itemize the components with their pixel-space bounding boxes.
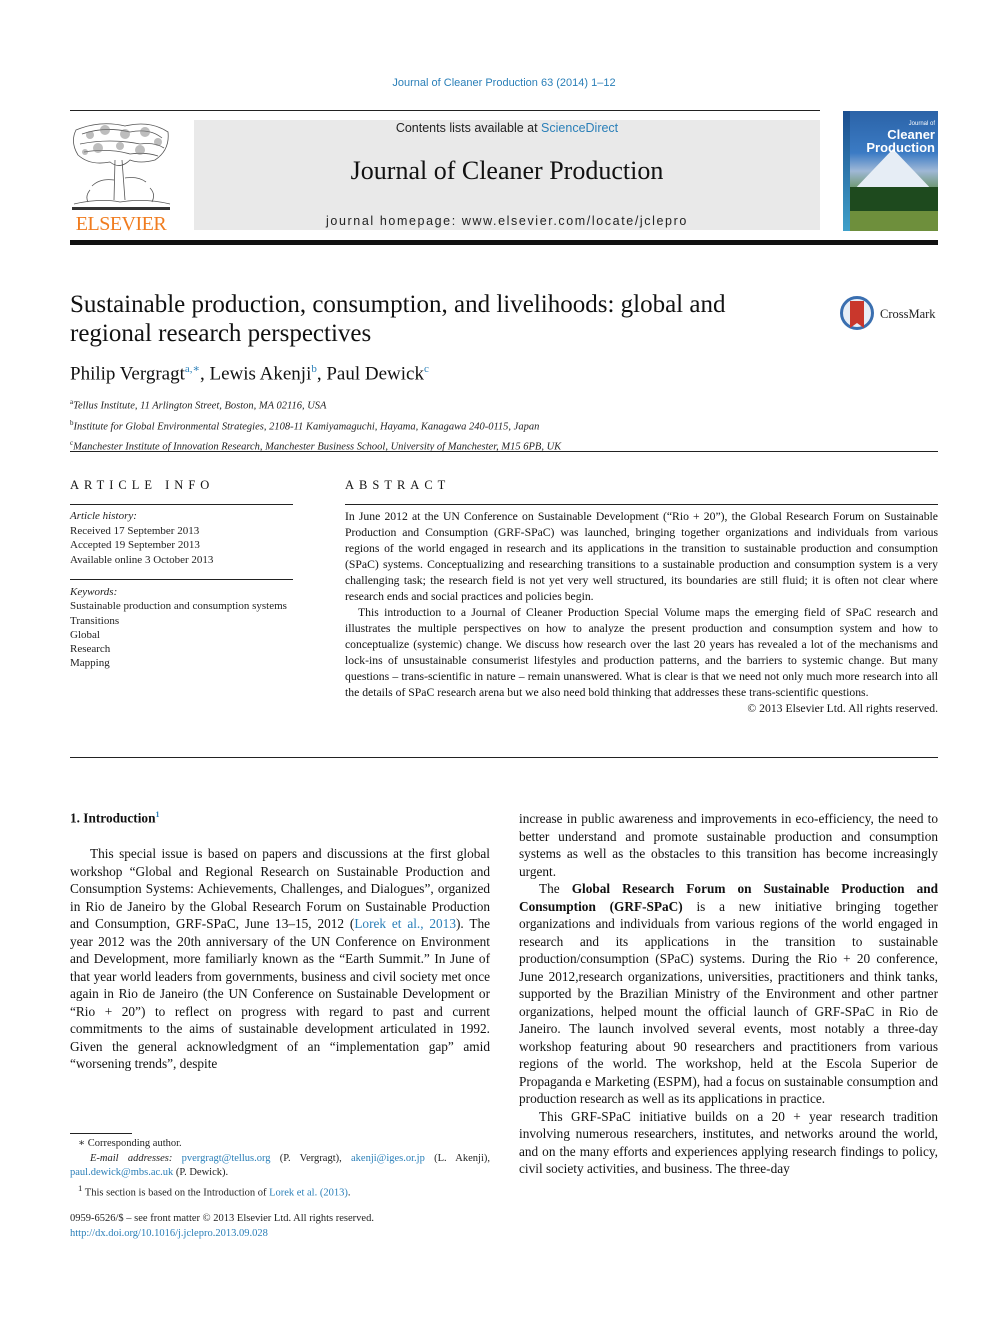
author-sep: , bbox=[316, 363, 327, 385]
keyword-item: Sustainable production and consumption s… bbox=[70, 600, 287, 613]
footnote-rule bbox=[70, 1133, 132, 1134]
abstract-copyright: © 2013 Elsevier Ltd. All rights reserved… bbox=[747, 702, 938, 715]
email-note: E-mail addresses: pvergragt@tellus.org (… bbox=[70, 1152, 490, 1181]
footnote-text: . bbox=[347, 1187, 351, 1198]
citation-link[interactable]: Lorek et al. (2013) bbox=[269, 1187, 348, 1198]
sciencedirect-link[interactable]: ScienceDirect bbox=[541, 121, 618, 135]
header-thick-rule bbox=[70, 240, 938, 245]
contents-line: Contents lists available at ScienceDirec… bbox=[194, 121, 820, 135]
journal-name: Journal of Cleaner Production bbox=[350, 156, 664, 185]
affiliation-item: cManchester Institute of Innovation Rese… bbox=[70, 435, 561, 456]
divider bbox=[70, 757, 938, 758]
cover-title-line2: Production bbox=[866, 140, 935, 155]
author-affil-sup[interactable]: a,∗ bbox=[185, 363, 200, 375]
crossmark-ribbon-icon bbox=[850, 301, 864, 328]
text-run: is a new initiative bringing together or… bbox=[519, 898, 938, 1107]
cover-grass bbox=[843, 211, 938, 231]
author-name[interactable]: Philip Vergragt bbox=[70, 363, 185, 384]
author-affil-sup[interactable]: c bbox=[424, 363, 429, 375]
footnotes: ∗ Corresponding author. E-mail addresses… bbox=[70, 1137, 490, 1201]
affil-text: Institute for Global Environmental Strat… bbox=[73, 421, 540, 432]
history-item: Accepted 19 September 2013 bbox=[70, 539, 200, 551]
abstract-paragraph: This introduction to a Journal of Cleane… bbox=[345, 606, 938, 699]
abstract-heading: ABSTRACT bbox=[345, 478, 451, 492]
abstract-paragraph: In June 2012 at the UN Conference on Sus… bbox=[345, 510, 938, 603]
doi-link[interactable]: http://dx.doi.org/10.1016/j.jclepro.2013… bbox=[70, 1228, 268, 1239]
section-heading-text: 1. Introduction bbox=[70, 810, 156, 826]
elsevier-wordmark: ELSEVIER bbox=[75, 213, 167, 235]
article-info-heading: ARTICLE INFO bbox=[70, 478, 215, 492]
email-link[interactable]: akenji@iges.or.jp bbox=[351, 1153, 425, 1164]
corresponding-author-note: ∗ Corresponding author. bbox=[78, 1138, 182, 1149]
divider bbox=[70, 451, 938, 452]
body-column-left: This special issue is based on papers an… bbox=[70, 845, 490, 1073]
divider bbox=[70, 504, 293, 505]
email-owner: (L. Akenji), bbox=[424, 1152, 490, 1164]
email-owner: (P. Dewick). bbox=[173, 1167, 229, 1178]
footnote-text: This section is based on the Introductio… bbox=[82, 1187, 270, 1198]
divider bbox=[70, 579, 293, 580]
elsevier-tree-icon bbox=[70, 120, 172, 212]
body-paragraph: This GRF-SPaC initiative builds on a 20 … bbox=[519, 1108, 938, 1177]
cover-stripe bbox=[843, 111, 850, 231]
cover-title: Journal of Cleaner Production bbox=[866, 121, 935, 154]
affiliations: aTellus Institute, 11 Arlington Street, … bbox=[70, 394, 561, 456]
keywords-label: Keywords: bbox=[70, 586, 118, 598]
abstract-text: In June 2012 at the UN Conference on Sus… bbox=[345, 509, 938, 717]
affil-text: Tellus Institute, 11 Arlington Street, B… bbox=[73, 400, 327, 412]
author-name[interactable]: Paul Dewick bbox=[326, 363, 424, 384]
front-matter: 0959-6526/$ – see front matter © 2013 El… bbox=[70, 1212, 374, 1241]
citation-link[interactable]: Lorek et al., 2013 bbox=[354, 916, 456, 931]
email-link[interactable]: paul.dewick@mbs.ac.uk bbox=[70, 1167, 173, 1178]
header-rule bbox=[70, 110, 820, 111]
email-link[interactable]: pvergragt@tellus.org bbox=[182, 1153, 271, 1164]
keyword-item: Global bbox=[70, 628, 100, 641]
crossmark-button[interactable]: CrossMark bbox=[840, 296, 940, 336]
keywords: Keywords: Sustainable production and con… bbox=[70, 585, 300, 671]
text-run: The bbox=[539, 881, 572, 896]
text-run: ). The year 2012 was the 20th anniversar… bbox=[70, 916, 490, 1071]
email-label: E-mail addresses: bbox=[90, 1152, 173, 1164]
journal-homepage[interactable]: journal homepage: www.elsevier.com/locat… bbox=[194, 214, 820, 228]
journal-cover-image[interactable]: Journal of Cleaner Production bbox=[843, 111, 938, 231]
body-paragraph: increase in public awareness and improve… bbox=[519, 811, 938, 879]
history-item: Available online 3 October 2013 bbox=[70, 553, 214, 566]
keyword-item: Research bbox=[70, 643, 111, 656]
section-heading-introduction: 1. Introduction1 bbox=[70, 810, 159, 826]
issn-line: 0959-6526/$ – see front matter © 2013 El… bbox=[70, 1213, 374, 1224]
affiliation-item: bInstitute for Global Environmental Stra… bbox=[70, 415, 561, 436]
keyword-item: Mapping bbox=[70, 657, 110, 670]
author-sep: , bbox=[200, 363, 210, 385]
affiliation-item: aTellus Institute, 11 Arlington Street, … bbox=[70, 394, 561, 415]
journal-citation[interactable]: Journal of Cleaner Production 63 (2014) … bbox=[0, 77, 992, 89]
footnote-1: 1 This section is based on the Introduct… bbox=[70, 1181, 490, 1201]
article-history: Article history: Received 17 September 2… bbox=[70, 509, 300, 567]
footnote-ref[interactable]: 1 bbox=[155, 810, 159, 819]
email-owner: (P. Vergragt), bbox=[270, 1152, 351, 1164]
body-paragraph: This special issue is based on papers an… bbox=[70, 845, 490, 1073]
contents-prefix: Contents lists available at bbox=[395, 121, 542, 135]
history-label: Article history: bbox=[70, 510, 137, 522]
elsevier-logo[interactable]: ELSEVIER bbox=[70, 120, 172, 235]
author-list: Philip Vergragta,∗, Lewis Akenjib, Paul … bbox=[70, 362, 429, 385]
author-name[interactable]: Lewis Akenji bbox=[210, 363, 312, 384]
history-item: Received 17 September 2013 bbox=[70, 524, 200, 537]
keyword-item: Transitions bbox=[70, 614, 120, 627]
body-column-right: increase in public awareness and improve… bbox=[519, 810, 938, 1178]
crossmark-label: CrossMark bbox=[880, 307, 936, 321]
body-paragraph: The Global Research Forum on Sustainable… bbox=[519, 880, 938, 1108]
journal-masthead: Contents lists available at ScienceDirec… bbox=[194, 120, 820, 230]
divider bbox=[345, 504, 938, 505]
article-title: Sustainable production, consumption, and… bbox=[70, 291, 726, 347]
